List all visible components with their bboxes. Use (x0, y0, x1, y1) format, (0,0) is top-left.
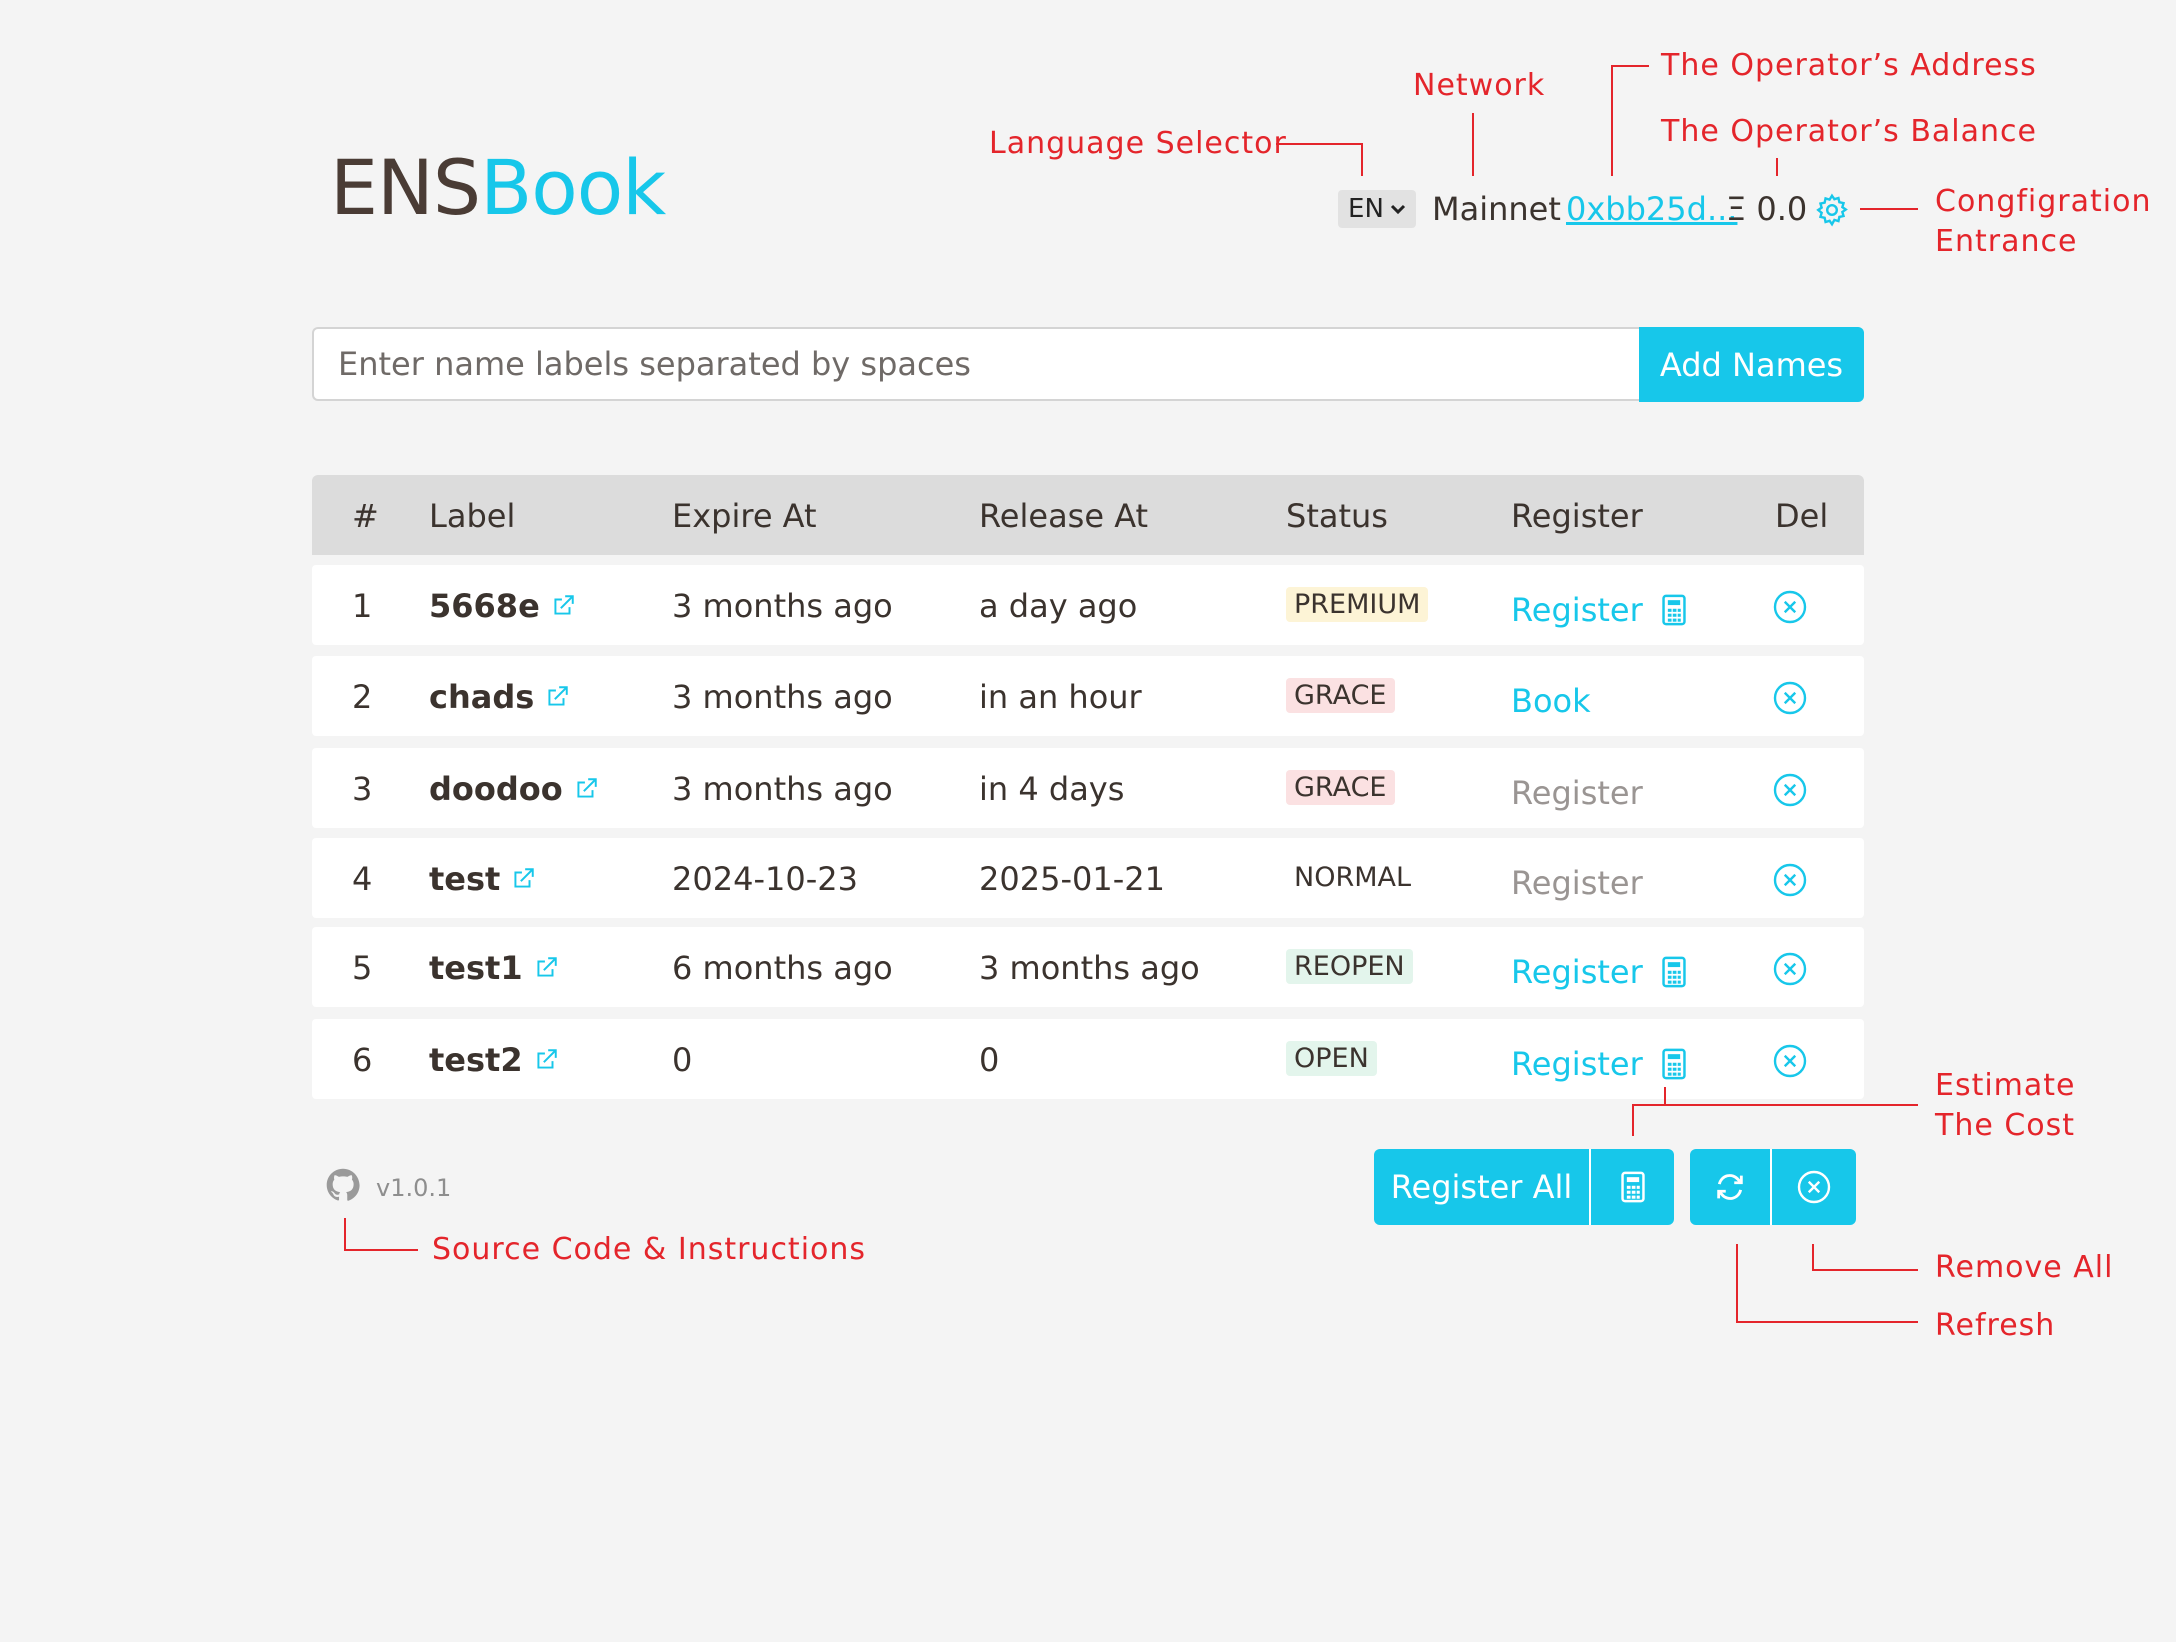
annotation-estimate-line2: The Cost (1935, 1108, 2076, 1143)
annotation-network: Network (1413, 68, 1546, 103)
annotation-lines (344, 65, 1918, 1323)
annotation-language-selector: Language Selector (989, 126, 1287, 161)
annotation-operator-balance: The Operator’s Balance (1661, 114, 2037, 149)
annotation-refresh: Refresh (1935, 1308, 2056, 1343)
annotation-estimate-line1: Estimate (1935, 1068, 2076, 1103)
annotation-remove-all: Remove All (1935, 1250, 2114, 1285)
annotation-source-code: Source Code & Instructions (432, 1232, 867, 1267)
annotation-config-line2: Entrance (1935, 224, 2078, 259)
annotation-operator-address: The Operator’s Address (1661, 48, 2037, 83)
annotation-config-line1: Congfigration (1935, 184, 2152, 219)
